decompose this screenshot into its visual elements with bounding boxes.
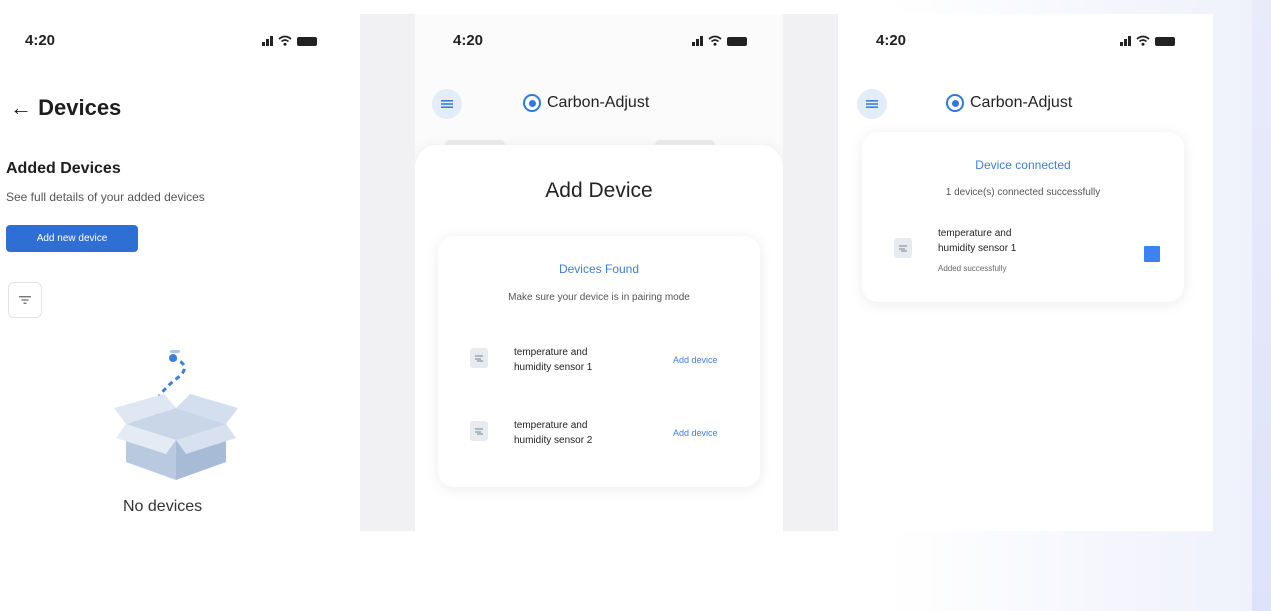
status-icons: [262, 35, 317, 46]
menu-icon: [441, 100, 453, 108]
status-icons: [692, 35, 747, 46]
brand-logo-icon: [946, 94, 964, 112]
battery-icon: [727, 37, 747, 46]
sheet-title: Add Device: [545, 179, 653, 202]
device-status: Added successfully: [938, 264, 1007, 273]
brand-name: Carbon-Adjust: [970, 94, 1073, 111]
wifi-icon: [1136, 35, 1150, 46]
empty-state-text: No devices: [123, 498, 203, 515]
status-icons: [1120, 35, 1175, 46]
card-title: Devices Found: [558, 262, 640, 276]
filter-icon: [19, 296, 31, 304]
device-name: temperature and humidity sensor 1: [514, 347, 593, 373]
section-subtitle: See full details of your added devices: [6, 190, 205, 204]
list-item: temperature and humidity sensor 1 Added …: [862, 224, 1184, 280]
sensor-icon: [470, 421, 488, 441]
status-time: 4:20: [25, 32, 56, 49]
battery-icon: [297, 37, 317, 46]
list-item: temperature and humidity sensor 1 Add de…: [438, 336, 760, 376]
battery-icon: [1155, 37, 1175, 46]
brand-logo-icon: [523, 94, 541, 112]
signal-icon: [262, 36, 273, 46]
device-connected-screen: 4:20 Carbon-Adjust Device connected 1 de…: [838, 14, 1213, 531]
brand-name: Carbon-Adjust: [547, 94, 650, 111]
card-subtitle: Make sure your device is in pairing mode: [508, 292, 690, 303]
brand: Carbon-Adjust: [946, 94, 1072, 112]
menu-button[interactable]: [432, 89, 462, 119]
filter-button[interactable]: [8, 282, 42, 318]
add-device-screen: 4:20 Carbon-Adjust Add Device Devices Fo…: [415, 14, 783, 531]
add-device-link[interactable]: Add device: [673, 355, 718, 365]
empty-box-icon: [114, 350, 238, 480]
card-title: Device connected: [975, 158, 1071, 172]
add-device-link[interactable]: Add device: [673, 428, 718, 438]
wifi-icon: [708, 35, 722, 46]
menu-icon: [866, 100, 878, 108]
page-title[interactable]: ← Devices: [10, 95, 121, 121]
sensor-icon: [470, 348, 488, 368]
device-connected-card: Device connected 1 device(s) connected s…: [862, 132, 1184, 302]
device-name: temperature and humidity sensor 2: [514, 420, 593, 446]
add-new-device-button[interactable]: Add new device: [6, 225, 138, 252]
sensor-icon: [894, 238, 912, 258]
wifi-icon: [278, 35, 292, 46]
status-time: 4:20: [876, 32, 907, 49]
card-subtitle: 1 device(s) connected successfully: [945, 187, 1101, 198]
add-device-sheet: Add Device Devices Found Make sure your …: [415, 145, 783, 531]
devices-screen: 4:20 ← Devices Added Devices See full de…: [0, 14, 360, 531]
signal-icon: [1120, 36, 1131, 46]
devices-found-card: Devices Found Make sure your device is i…: [438, 236, 760, 487]
device-name: temperature and humidity sensor 1: [938, 228, 1017, 254]
signal-icon: [692, 36, 703, 46]
screen-gap: [783, 14, 838, 531]
background-edge: [1252, 0, 1271, 611]
status-time: 4:20: [453, 32, 484, 49]
selected-checkbox[interactable]: [1144, 246, 1160, 262]
brand: Carbon-Adjust: [523, 94, 649, 112]
list-item: temperature and humidity sensor 2 Add de…: [438, 409, 760, 449]
section-title: Added Devices: [6, 160, 121, 177]
screen-gap: [360, 14, 415, 531]
menu-button[interactable]: [857, 89, 887, 119]
